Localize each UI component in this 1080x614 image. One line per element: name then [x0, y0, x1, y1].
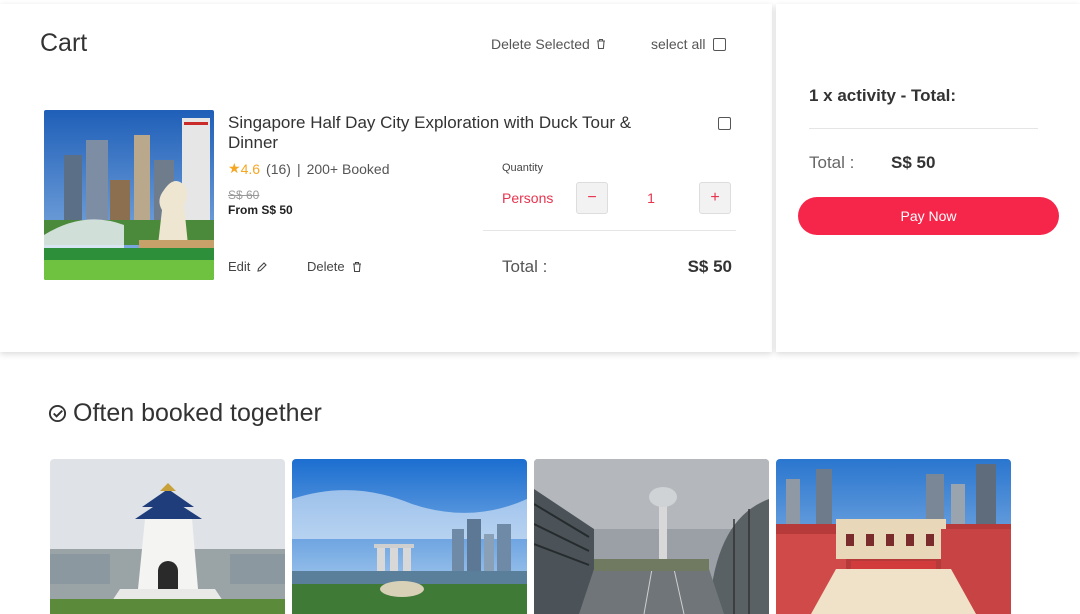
delete-label: Delete	[307, 259, 345, 274]
trash-icon	[351, 261, 363, 273]
pay-now-button[interactable]: Pay Now	[798, 197, 1059, 235]
recommendation-card[interactable]	[50, 459, 285, 614]
trash-icon	[595, 38, 607, 50]
item-select-checkbox[interactable]	[718, 117, 731, 130]
check-circle-icon	[48, 404, 67, 423]
edit-label: Edit	[228, 259, 251, 274]
summary-total-value: S$ 50	[891, 153, 936, 172]
changi-tower-image	[534, 459, 769, 614]
rating-count: (16)	[266, 160, 291, 177]
edit-button[interactable]: Edit	[228, 259, 268, 274]
booked-count: 200+ Booked	[306, 160, 390, 177]
original-price: S$ 60	[228, 188, 260, 202]
rating-separator: |	[296, 160, 301, 177]
recommendation-card[interactable]	[776, 459, 1011, 614]
rating-row: ★ 4.6 (16) | 200+ Booked	[228, 160, 389, 177]
persons-label: Persons	[502, 190, 554, 206]
marina-bay-image	[292, 459, 527, 614]
quantity-value: 1	[647, 190, 655, 206]
activity-image	[44, 110, 214, 280]
section-title-text: Often booked together	[73, 399, 322, 427]
chinatown-image	[776, 459, 1011, 614]
activity-title[interactable]: Singapore Half Day City Exploration with…	[228, 113, 648, 153]
increase-quantity-button[interactable]: +	[699, 182, 731, 214]
item-total-label: Total :	[502, 257, 548, 276]
select-all-checkbox[interactable]	[713, 37, 727, 51]
summary-divider	[809, 128, 1038, 129]
pencil-icon	[256, 261, 268, 273]
delete-selected-button[interactable]: Delete Selected	[491, 36, 607, 52]
delete-selected-label: Delete Selected	[491, 36, 590, 52]
divider	[483, 230, 736, 231]
section-title: Often booked together	[48, 399, 322, 428]
recommendation-card[interactable]	[534, 459, 769, 614]
from-price: From S$ 50	[228, 203, 293, 217]
quantity-label: Quantity	[502, 162, 543, 174]
rating-score: 4.6	[240, 160, 261, 177]
summary-panel	[776, 4, 1080, 352]
page-title: Cart	[40, 29, 88, 57]
select-all-label: select all	[651, 36, 706, 52]
star-icon: ★	[228, 160, 241, 176]
summary-title: 1 x activity - Total:	[809, 86, 957, 105]
item-total-value: S$ 50	[687, 257, 732, 276]
select-all-toggle[interactable]: select all	[651, 36, 727, 52]
summary-total-label: Total :	[809, 153, 855, 172]
delete-button[interactable]: Delete	[307, 259, 363, 274]
recommendation-card[interactable]	[292, 459, 527, 614]
decrease-quantity-button[interactable]: −	[576, 182, 608, 214]
memorial-hall-image	[50, 459, 285, 614]
